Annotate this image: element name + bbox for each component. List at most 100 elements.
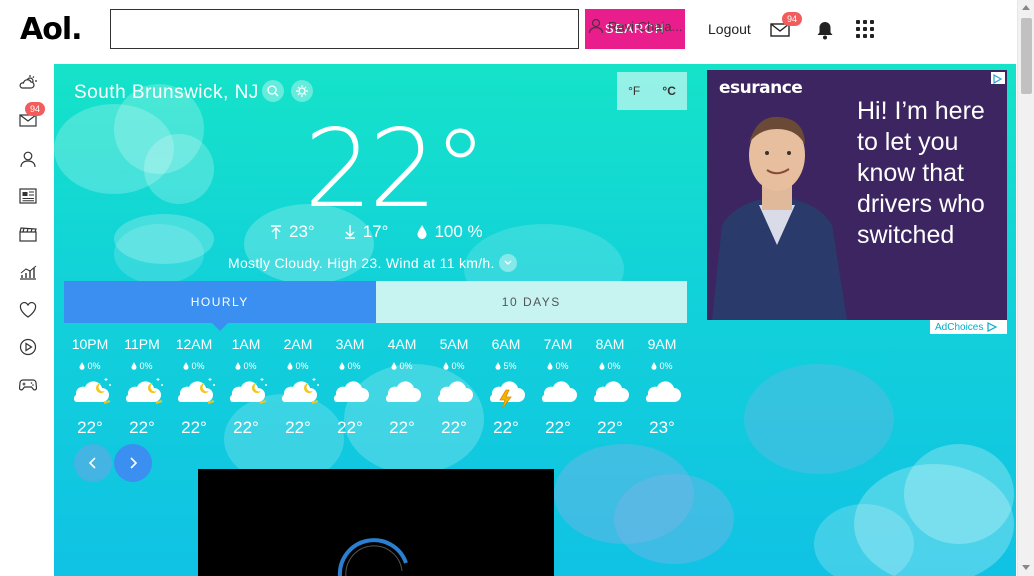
search-input[interactable]	[110, 9, 579, 49]
hour-temp: 22°	[233, 418, 259, 437]
expand-summary-button[interactable]	[498, 254, 517, 272]
top-header: Aol. SEARCH Ravi Chaja... Logout 94	[0, 0, 1034, 62]
tab-hourly[interactable]: HOURLY	[64, 281, 376, 331]
hour-temp: 22°	[129, 418, 155, 437]
droplet-icon	[339, 362, 345, 370]
hour-temp: 22°	[441, 418, 467, 437]
scroll-down-arrow[interactable]	[1022, 565, 1030, 570]
ad-brand: esurance	[719, 78, 803, 98]
ad-person-image	[707, 105, 847, 320]
nav-video[interactable]	[19, 338, 37, 356]
header-mail-button[interactable]: 94	[770, 12, 803, 43]
hourly-forecast-item: 8AM 0% 22°	[584, 336, 636, 438]
current-temperature: 22°	[304, 107, 487, 232]
hour-precip-value: 0%	[451, 361, 465, 371]
weather-stats: 23° 17° 100 %	[269, 222, 483, 242]
chevron-right-icon	[130, 457, 138, 469]
arrow-up-icon	[271, 225, 281, 239]
nav-finance[interactable]	[19, 264, 37, 282]
user-icon	[588, 18, 604, 34]
droplet-icon	[391, 362, 397, 370]
nav-entertainment[interactable]	[19, 226, 37, 244]
hour-temp: 22°	[181, 418, 207, 437]
logout-link[interactable]: Logout	[708, 21, 751, 37]
nav-games[interactable]	[18, 376, 38, 394]
hour-time: 3AM	[335, 336, 365, 352]
hour-precip-chance: 0%	[339, 358, 361, 374]
hour-time: 7AM	[543, 336, 573, 352]
chevron-left-icon	[88, 457, 96, 469]
fahrenheit-toggle[interactable]: °F	[628, 84, 640, 98]
hour-precip-value: 0%	[399, 361, 413, 371]
hour-time: 6AM	[491, 336, 521, 352]
humidity: 100 %	[416, 222, 483, 242]
mail-count-badge: 94	[782, 12, 803, 26]
tab-10-days[interactable]: 10 DAYS	[375, 281, 687, 323]
hour-precip-value: 0%	[555, 361, 569, 371]
scroll-up-arrow[interactable]	[1022, 5, 1030, 10]
droplet-icon	[79, 362, 85, 370]
humidity-value: 100 %	[434, 222, 483, 241]
apps-grid-icon[interactable]	[856, 20, 874, 38]
nav-weather[interactable]	[19, 74, 37, 92]
droplet-icon	[651, 362, 657, 370]
hour-time: 5AM	[439, 336, 469, 352]
droplet-icon	[547, 362, 553, 370]
arrow-down-icon	[344, 225, 355, 239]
video-player[interactable]	[198, 469, 554, 576]
loading-spinner-icon	[337, 538, 408, 576]
nav-mail-badge: 94	[25, 102, 46, 116]
hourly-forecast-item: 5AM 0% 22°	[428, 336, 480, 438]
hour-time: 1AM	[231, 336, 261, 352]
hour-precip-chance: 0%	[391, 358, 413, 374]
hourly-forecast-item: 3AM 0% 22°	[324, 336, 376, 438]
cloudy-icon	[593, 381, 629, 402]
high-temp-value: 23°	[289, 222, 315, 241]
hour-time: 8AM	[595, 336, 625, 352]
hourly-forecast-item: 10PM 0% 22°	[64, 336, 116, 438]
heart-icon	[19, 301, 37, 318]
nav-mail[interactable]: 94	[19, 102, 46, 130]
location-search-button[interactable]	[262, 80, 284, 102]
hour-time: 2AM	[283, 336, 313, 352]
nav-lifestyle[interactable]	[19, 301, 37, 320]
esurance-ad[interactable]: esurance Hi! I’m here to let you know th…	[707, 70, 1007, 320]
celsius-toggle[interactable]: °C	[662, 84, 675, 98]
hourly-prev-button[interactable]	[74, 444, 112, 482]
forecast-tabs: HOURLY 10 DAYS	[64, 281, 687, 331]
summary-text: Mostly Cloudy. High 23. Wind at 11 km/h.	[228, 255, 495, 271]
hour-precip-chance: 0%	[547, 358, 569, 374]
hourly-next-button[interactable]	[114, 444, 152, 482]
adchoices-link[interactable]: AdChoices	[930, 320, 1007, 334]
nav-news[interactable]	[19, 188, 37, 206]
hour-temp: 23°	[649, 418, 675, 437]
ad-info-icon[interactable]	[991, 72, 1005, 85]
location-name: South Brunswick, NJ	[74, 82, 259, 103]
play-circle-icon	[19, 338, 37, 356]
scroll-thumb[interactable]	[1021, 18, 1032, 94]
hour-precip-chance: 0%	[651, 358, 673, 374]
partly-cloudy-night-icon	[229, 378, 267, 404]
cloudy-icon	[541, 381, 577, 402]
hourly-forecast-item: 4AM 0% 22°	[376, 336, 428, 438]
nav-profile[interactable]	[19, 150, 37, 168]
user-menu[interactable]: Ravi Chaja...	[588, 18, 682, 34]
cloudy-icon	[333, 381, 369, 402]
notifications-button[interactable]	[816, 20, 834, 45]
weather-summary: Mostly Cloudy. High 23. Wind at 11 km/h.	[228, 254, 517, 272]
hourly-forecast-item: 6AM 5% 22°	[480, 336, 532, 438]
hour-time: 10PM	[71, 336, 109, 352]
location-settings-button[interactable]	[291, 80, 313, 102]
droplet-icon	[417, 225, 427, 239]
hour-precip-chance: 5%	[495, 358, 517, 374]
hour-precip-chance: 0%	[287, 358, 309, 374]
hourly-forecast-item: 2AM 0% 22°	[272, 336, 324, 438]
hourly-forecast-item: 1AM 0% 22°	[220, 336, 272, 438]
page-scrollbar[interactable]	[1017, 0, 1034, 576]
aol-logo[interactable]: Aol.	[20, 12, 83, 47]
clapperboard-icon	[19, 227, 37, 242]
droplet-icon	[183, 362, 189, 370]
hour-precip-value: 5%	[503, 361, 517, 371]
hour-precip-chance: 0%	[235, 358, 257, 374]
hourly-forecast-item: 9AM 0% 23°	[636, 336, 688, 438]
